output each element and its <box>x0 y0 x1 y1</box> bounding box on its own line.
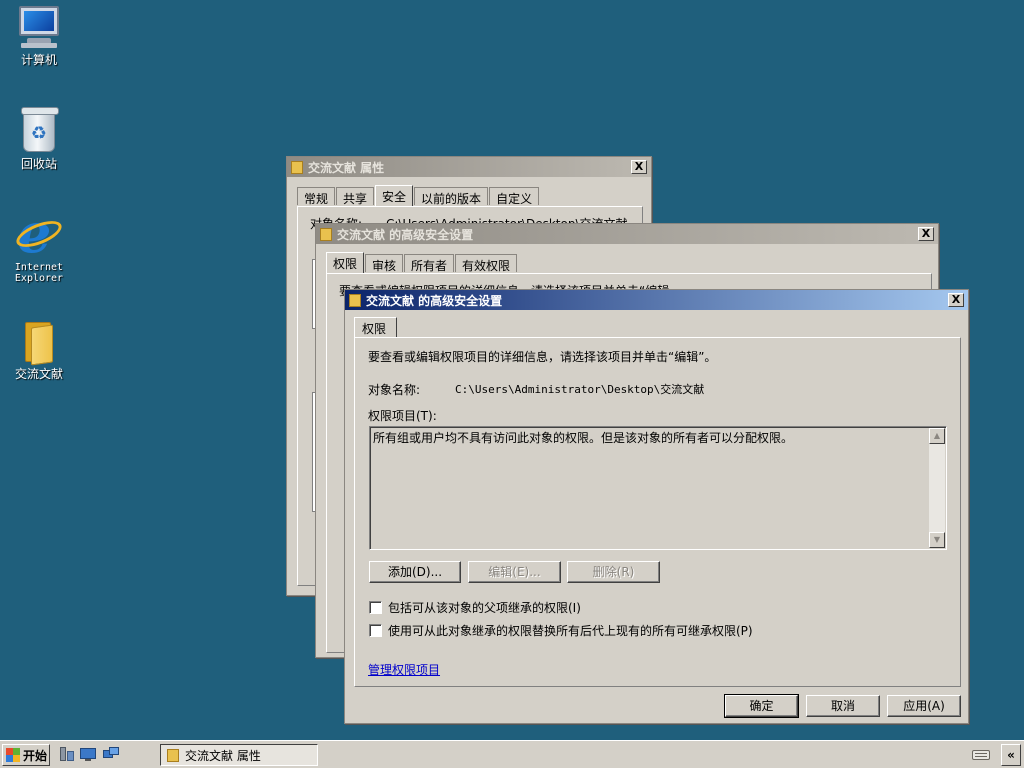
apply-button[interactable]: 应用(A) <box>887 695 961 717</box>
tab-owner[interactable]: 所有者 <box>404 254 455 273</box>
window-title: 交流文献 的高级安全设置 <box>366 293 503 308</box>
inherit-permissions-checkbox[interactable]: 包括可从该对象的父项继承的权限(I) <box>369 599 581 616</box>
advanced-tabs-back: 权限 审核 所有者 有效权限 <box>326 252 518 273</box>
object-name-label: 对象名称: <box>368 383 421 397</box>
remove-button[interactable]: 删除(R) <box>567 561 660 583</box>
desktop-icon-label: 计算机 <box>20 53 57 67</box>
checkbox-label: 使用可从此对象继承的权限替换所有后代上现有的所有可继承权限(P) <box>388 624 753 638</box>
desktop-icon-label: Internet Explorer <box>14 262 64 284</box>
folder-icon <box>167 748 179 762</box>
object-name-value: C:\Users\Administrator\Desktop\交流文献 <box>455 383 705 396</box>
properties-tabs: 常规 共享 安全 以前的版本 自定义 <box>297 185 540 206</box>
advanced-tabs: 权限 <box>354 317 398 338</box>
window-title: 交流文献 的高级安全设置 <box>337 227 474 242</box>
remote-desktop-icon[interactable] <box>103 747 119 761</box>
internet-explorer-icon: e <box>13 206 65 260</box>
desktop-icon-label: 回收站 <box>20 157 57 171</box>
advanced-titlebar[interactable]: 交流文献 的高级安全设置 X <box>345 290 968 310</box>
tab-customize[interactable]: 自定义 <box>489 187 540 206</box>
instruction-text: 要查看或编辑权限项目的详细信息，请选择该项目并单击“编辑”。 <box>368 350 717 364</box>
advanced-security-window: 交流文献 的高级安全设置 X 权限 要查看或编辑权限项目的详细信息，请选择该项目… <box>344 289 969 724</box>
folder-icon <box>291 160 303 174</box>
recycle-bin-icon <box>15 107 63 154</box>
desktop-icon-folder[interactable]: 交流文献 <box>1 318 77 381</box>
advanced-titlebar-back[interactable]: 交流文献 的高级安全设置 X <box>316 224 938 244</box>
close-button[interactable]: X <box>918 227 934 241</box>
taskbar-item-properties[interactable]: 交流文献 属性 <box>160 744 318 766</box>
tab-effective-permissions[interactable]: 有效权限 <box>455 254 518 273</box>
replace-child-permissions-checkbox[interactable]: 使用可从此对象继承的权限替换所有后代上现有的所有可继承权限(P) <box>369 622 753 639</box>
tab-previous-versions[interactable]: 以前的版本 <box>414 187 489 206</box>
computer-icon <box>15 4 63 50</box>
scroll-down-icon[interactable]: ▼ <box>929 532 945 548</box>
scroll-up-icon[interactable]: ▲ <box>929 428 945 444</box>
close-button[interactable]: X <box>948 293 964 307</box>
desktop-icon-recycle-bin[interactable]: 回收站 <box>1 107 77 171</box>
properties-titlebar[interactable]: 交流文献 属性 X <box>287 157 651 177</box>
add-button[interactable]: 添加(D)... <box>369 561 461 583</box>
taskbar: 开始 交流文献 属性 « <box>0 740 1024 768</box>
edit-button[interactable]: 编辑(E)... <box>468 561 561 583</box>
permission-entries-message: 所有组或用户均不具有访问此对象的权限。但是该对象的所有者可以分配权限。 <box>373 431 794 445</box>
close-button[interactable]: X <box>631 160 647 174</box>
vertical-scrollbar[interactable]: ▲ ▼ <box>929 428 945 548</box>
checkbox-label: 包括可从该对象的父项继承的权限(I) <box>388 601 581 615</box>
folder-icon <box>349 293 361 307</box>
start-label: 开始 <box>23 748 48 763</box>
tab-auditing[interactable]: 审核 <box>365 254 404 273</box>
desktop-icon-label: 交流文献 <box>14 367 63 381</box>
tab-security[interactable]: 安全 <box>375 185 414 206</box>
tab-general[interactable]: 常规 <box>297 187 336 206</box>
taskbar-item-label: 交流文献 属性 <box>185 748 261 763</box>
permission-entries-list[interactable]: 所有组或用户均不具有访问此对象的权限。但是该对象的所有者可以分配权限。 ▲ ▼ <box>369 426 947 550</box>
desktop-icon-internet-explorer[interactable]: e Internet Explorer <box>1 206 77 284</box>
start-button[interactable]: 开始 <box>2 744 50 766</box>
tab-permissions[interactable]: 权限 <box>354 317 398 338</box>
show-desktop-icon[interactable] <box>80 747 96 761</box>
server-manager-icon[interactable] <box>58 747 74 761</box>
permissions-pane: 要查看或编辑权限项目的详细信息，请选择该项目并单击“编辑”。 对象名称: C:\… <box>354 337 961 687</box>
folder-icon <box>15 318 63 366</box>
manage-permission-entries-link[interactable]: 管理权限项目 <box>368 661 440 678</box>
tray-expand-button[interactable]: « <box>1001 744 1021 766</box>
ok-button[interactable]: 确定 <box>724 694 799 718</box>
keyboard-icon[interactable] <box>966 745 994 765</box>
cancel-button[interactable]: 取消 <box>806 695 880 717</box>
tab-sharing[interactable]: 共享 <box>336 187 375 206</box>
window-title: 交流文献 属性 <box>308 160 385 175</box>
permission-entries-label: 权限项目(T): <box>368 409 437 423</box>
checkbox-box[interactable] <box>369 624 382 637</box>
checkbox-box[interactable] <box>369 601 382 614</box>
tab-permissions[interactable]: 权限 <box>326 252 365 273</box>
desktop-icon-computer[interactable]: 计算机 <box>1 4 77 67</box>
windows-logo-icon <box>6 748 20 762</box>
folder-icon <box>320 227 332 241</box>
